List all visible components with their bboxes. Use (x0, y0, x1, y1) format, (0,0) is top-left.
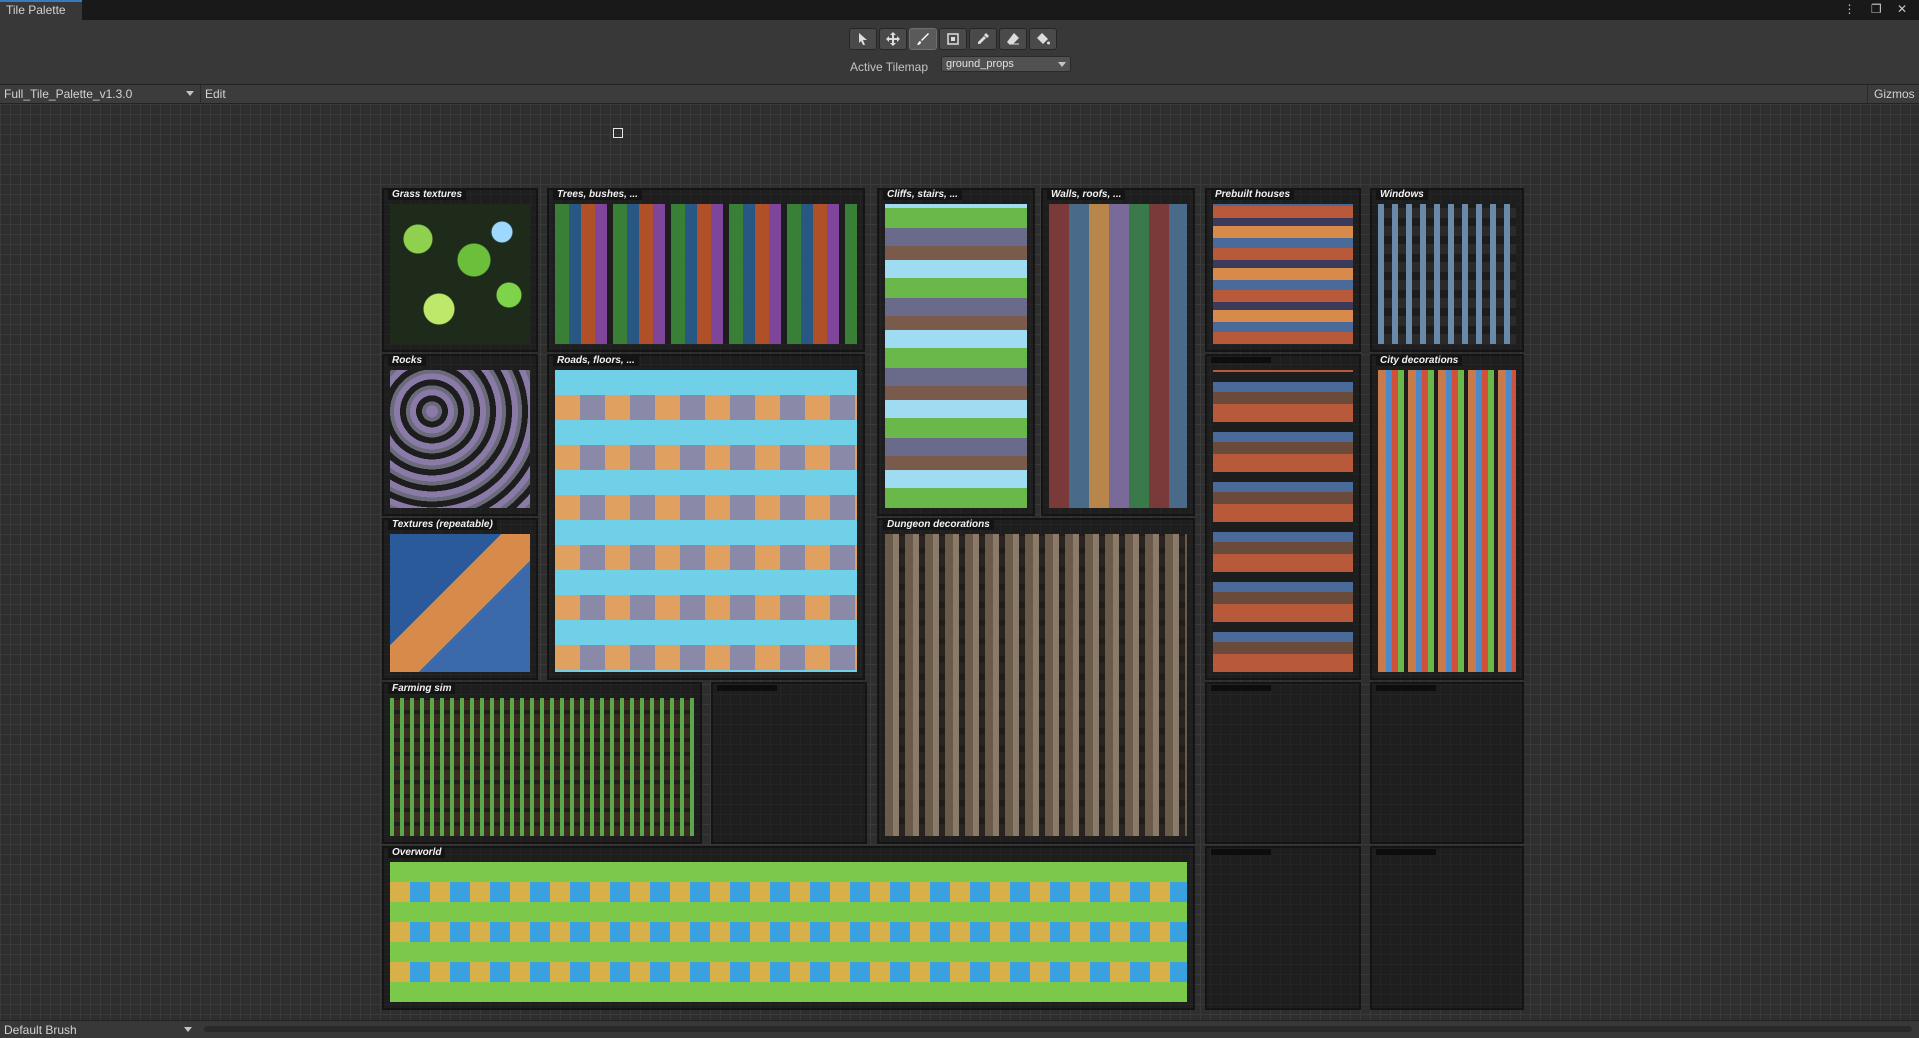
paint-bucket-icon (1037, 33, 1050, 45)
section-empty[interactable] (1370, 682, 1524, 844)
tile-set[interactable] (390, 862, 1187, 1002)
pick-tool-button[interactable] (969, 28, 997, 50)
section-label-placeholder (1376, 849, 1436, 855)
tile-set[interactable] (1378, 204, 1516, 344)
box-fill-tool-button[interactable] (939, 28, 967, 50)
section-label: Overworld (388, 847, 446, 858)
eyedropper-icon (978, 33, 989, 44)
arrow-icon (859, 33, 867, 45)
section-dungeon-decorations[interactable]: Dungeon decorations (877, 518, 1195, 844)
palette-name: Full_Tile_Palette_v1.3.0 (4, 87, 133, 101)
section-overworld[interactable]: Overworld (382, 846, 1195, 1010)
section-label-placeholder (1211, 685, 1271, 691)
fill-tool-button[interactable] (1029, 28, 1057, 50)
chevron-down-icon (186, 91, 194, 96)
horizontal-scrollbar[interactable] (204, 1026, 1912, 1032)
tile-set[interactable] (390, 370, 530, 508)
section-label: Textures (repeatable) (388, 519, 497, 530)
section-label: Trees, bushes, ... (553, 189, 642, 200)
select-tool-button[interactable] (849, 28, 877, 50)
erase-tool-button[interactable] (999, 28, 1027, 50)
title-bar: Tile Palette ⋮ ❐ ✕ (0, 0, 1919, 20)
section-label: Cliffs, stairs, ... (883, 189, 962, 200)
tile-set[interactable] (1213, 370, 1353, 672)
section-label: Dungeon decorations (883, 519, 994, 530)
section-label: City decorations (1376, 355, 1463, 366)
tile-set[interactable] (390, 534, 530, 672)
section-label: Walls, roofs, ... (1047, 189, 1126, 200)
tab-tile-palette[interactable]: Tile Palette (0, 0, 82, 20)
section-trees-bushes[interactable]: Trees, bushes, ... (547, 188, 865, 352)
tile-set[interactable] (1378, 370, 1516, 672)
brush-dropdown[interactable]: Default Brush (0, 1021, 196, 1038)
section-cliffs-stairs[interactable]: Cliffs, stairs, ... (877, 188, 1035, 516)
section-roads-floors[interactable]: Roads, floors, ... (547, 354, 865, 680)
active-tilemap-label: Active Tilemap (850, 60, 929, 74)
section-label-placeholder (1211, 357, 1271, 363)
section-label-placeholder (717, 685, 777, 691)
section-empty[interactable] (1205, 846, 1361, 1010)
brush-name: Default Brush (4, 1023, 77, 1037)
section-label: Roads, floors, ... (553, 355, 639, 366)
tile-set[interactable] (885, 204, 1027, 508)
active-tilemap-value: ground_props (946, 58, 1014, 70)
edit-button[interactable]: Edit (200, 85, 230, 103)
section-label: Windows (1376, 189, 1428, 200)
section-rocks[interactable]: Rocks (382, 354, 538, 516)
grid-cursor (613, 128, 623, 138)
section-farming-sim[interactable]: Farming sim (382, 682, 702, 844)
section-label-placeholder (1376, 685, 1436, 691)
section-prebuilt-houses[interactable]: Prebuilt houses (1205, 188, 1361, 352)
section-label-placeholder (1211, 849, 1271, 855)
section-prebuilt-houses-2[interactable] (1205, 354, 1361, 680)
move-tool-button[interactable] (879, 28, 907, 50)
section-label: Farming sim (388, 683, 456, 694)
box-fill-icon (947, 33, 959, 45)
palette-grid[interactable]: Grass textures Trees, bushes, ... Cliffs… (0, 104, 1919, 1020)
section-empty[interactable] (711, 682, 867, 844)
tile-set[interactable] (390, 698, 694, 836)
tile-set[interactable] (1049, 204, 1187, 508)
eraser-icon (1007, 33, 1019, 45)
palette-bar: Full_Tile_Palette_v1.3.0 Edit Gizmos (0, 84, 1919, 104)
section-textures-repeatable[interactable]: Textures (repeatable) (382, 518, 538, 680)
bottom-bar: Default Brush (0, 1020, 1919, 1038)
tile-set[interactable] (885, 534, 1187, 836)
move-icon (886, 32, 900, 46)
section-empty[interactable] (1370, 846, 1524, 1010)
tool-group (849, 28, 1057, 50)
palette-dropdown[interactable]: Full_Tile_Palette_v1.3.0 (0, 85, 198, 103)
toolbar: Active Tilemap ground_props (0, 20, 1919, 84)
paint-tool-button[interactable] (909, 28, 937, 50)
active-tilemap-dropdown[interactable]: ground_props (941, 56, 1071, 72)
tile-set[interactable] (555, 204, 857, 344)
section-empty[interactable] (1205, 682, 1361, 844)
window-controls[interactable]: ⋮ ❐ ✕ (1844, 2, 1913, 16)
gizmos-button[interactable]: Gizmos (1867, 85, 1919, 103)
tile-set[interactable] (555, 370, 857, 672)
brush-icon (917, 33, 929, 45)
section-label: Grass textures (388, 189, 467, 200)
section-label: Rocks (388, 355, 427, 366)
section-windows[interactable]: Windows (1370, 188, 1524, 352)
chevron-down-icon (184, 1027, 192, 1032)
section-walls-roofs[interactable]: Walls, roofs, ... (1041, 188, 1195, 516)
section-city-decorations[interactable]: City decorations (1370, 354, 1524, 680)
tile-set[interactable] (1213, 204, 1353, 344)
section-label: Prebuilt houses (1211, 189, 1295, 200)
chevron-down-icon (1058, 62, 1066, 67)
section-grass-textures[interactable]: Grass textures (382, 188, 538, 352)
tile-set[interactable] (390, 204, 530, 344)
